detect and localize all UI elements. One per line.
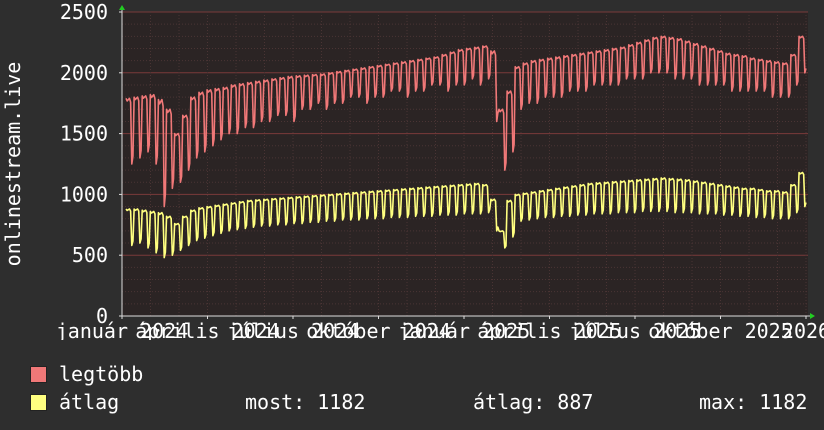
y-tick-label: 1000: [60, 182, 108, 206]
y-tick-label: 1500: [60, 122, 108, 146]
y-axis-label: onlinestream.live: [1, 62, 25, 267]
y-axis-arrow: [119, 5, 125, 10]
x-tick-labels: január 2024április 2024július 2024októbe…: [56, 319, 824, 340]
atlag-label: átlag: [59, 390, 120, 414]
legtobb-label: legtöbb: [59, 362, 144, 386]
legend-item-atlag: átlag most: 1182 átlag: 887 max: 1182: [30, 390, 807, 414]
legend-item-legtobb: legtöbb: [30, 362, 245, 386]
plot-background: [122, 12, 808, 316]
legtobb-swatch: [30, 365, 47, 383]
y-tick-label: 2500: [60, 0, 108, 24]
y-tick-labels: 05001000150020002500: [60, 0, 108, 328]
atlag-swatch: [30, 393, 47, 411]
y-tick-label: 500: [72, 243, 108, 267]
line-chart: 05001000150020002500 január 2024április …: [1, 0, 824, 340]
y-tick-label: 2000: [60, 61, 108, 85]
max-stat: max: 1182: [699, 390, 808, 414]
x-tick-label: 2026: [782, 319, 824, 340]
most-stat: most: 1182: [245, 390, 366, 414]
avg-stat: átlag: 887: [473, 390, 594, 414]
x-tick-label: október 2025: [648, 319, 793, 340]
